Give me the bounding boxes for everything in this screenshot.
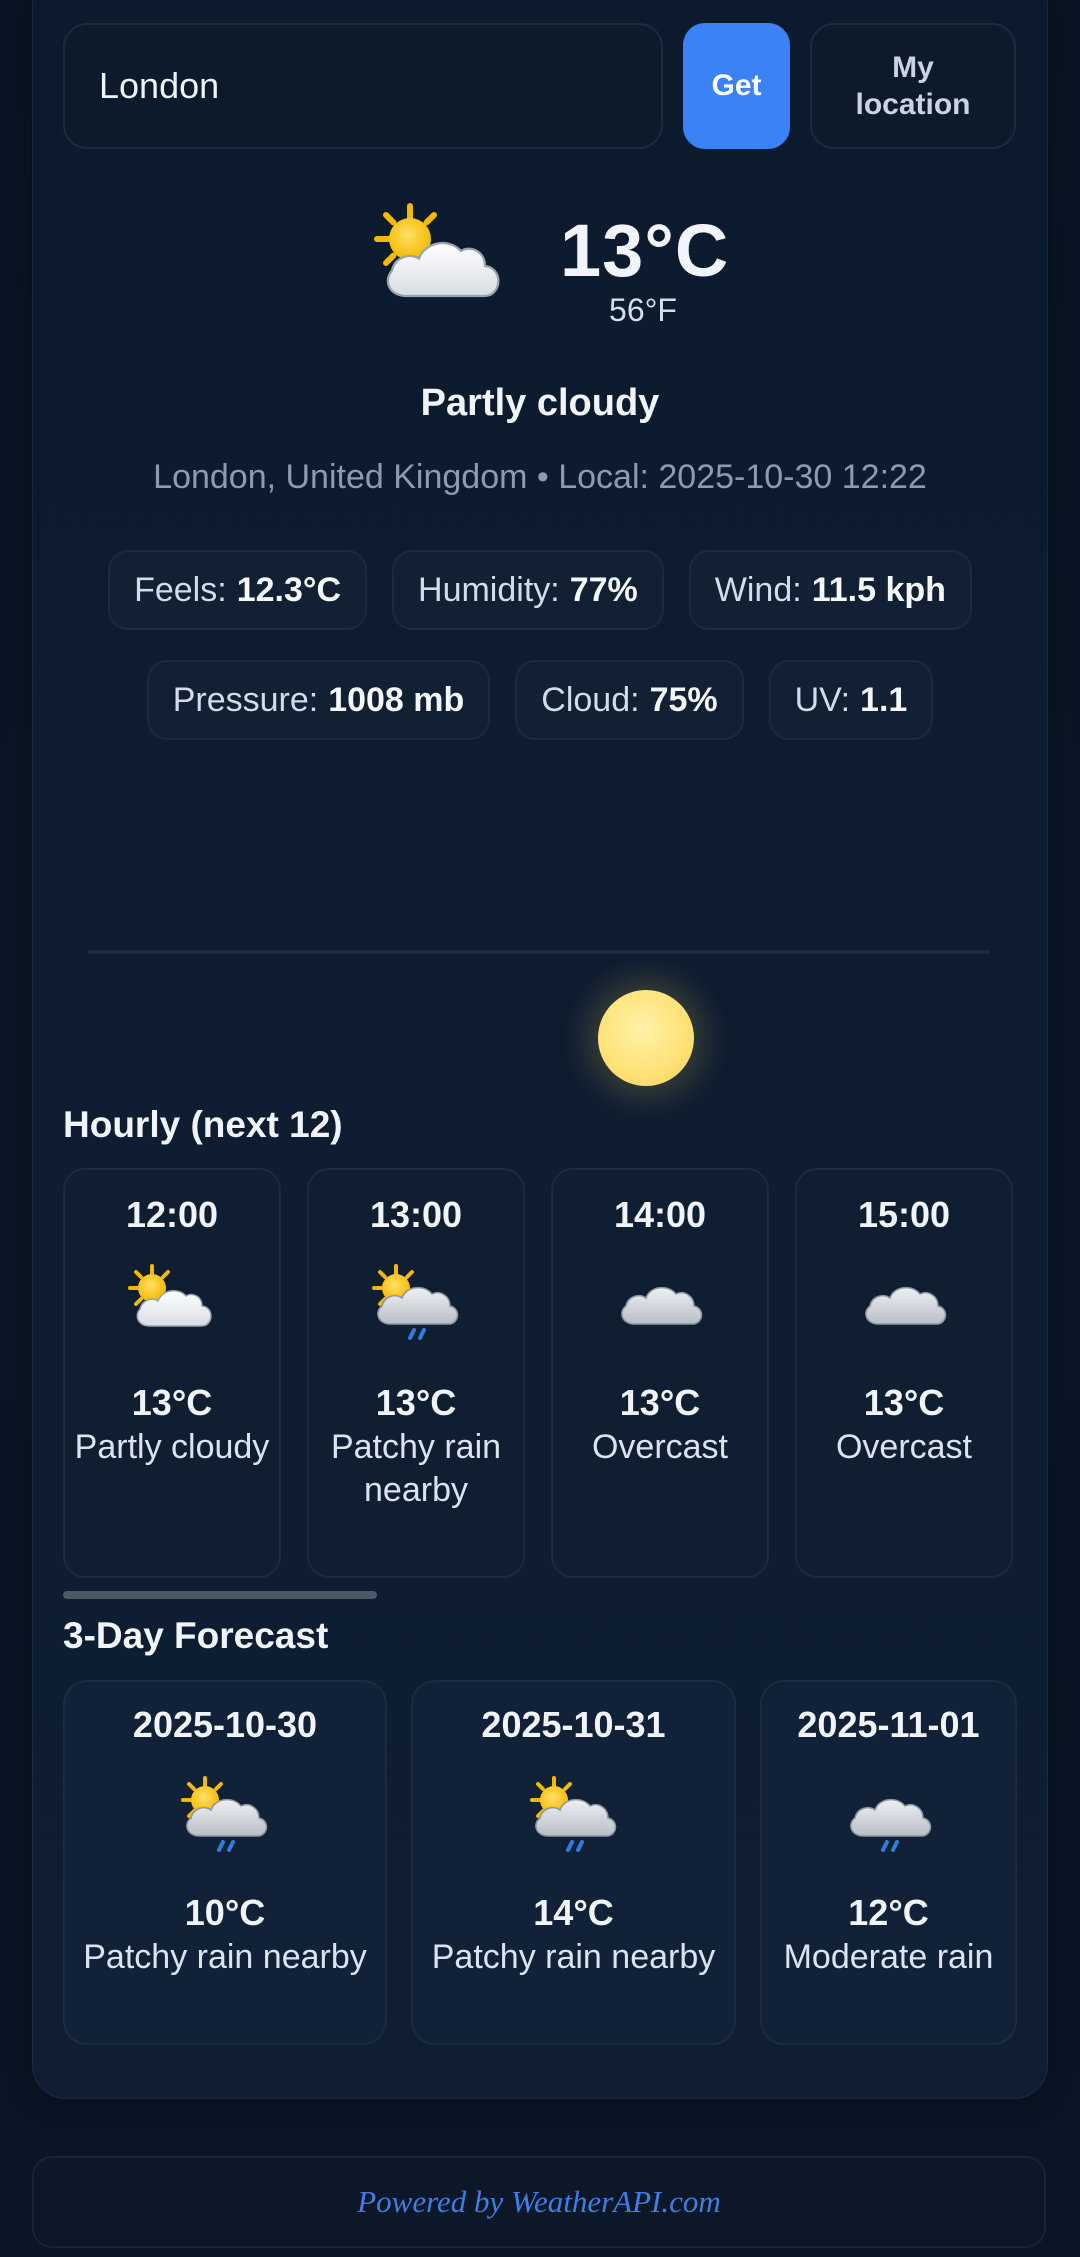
patchy-rain-icon xyxy=(524,1774,624,1854)
divider xyxy=(88,950,990,954)
hour-time: 14:00 xyxy=(613,1194,707,1235)
current-temp-fahrenheit: 56°F xyxy=(609,292,677,328)
forecast-date: 2025-10-30 xyxy=(132,1704,318,1745)
stat-label: Pressure: xyxy=(172,680,319,719)
my-location-label: My location xyxy=(855,51,971,121)
stats-row-2: Pressure: 1008 mb Cloud: 75% UV: 1.1 xyxy=(0,660,1080,740)
overcast-icon xyxy=(854,1262,954,1342)
hour-condition: Patchy rain nearby xyxy=(330,1428,502,1509)
forecast-date: 2025-10-31 xyxy=(481,1704,666,1745)
forecast-day-card: 2025-10-30 10°C Patchy rain nearby xyxy=(63,1680,387,2045)
forecast-day-card: 2025-11-01 12°C Moderate rain xyxy=(760,1680,1017,2045)
location-local-time: London, United Kingdom • Local: 2025-10-… xyxy=(153,458,927,496)
hour-temp: 13°C xyxy=(375,1382,457,1423)
stat-wind: Wind: 11.5 kph xyxy=(688,550,972,630)
stat-label: Feels: xyxy=(134,570,227,609)
stat-value: 11.5 kph xyxy=(811,570,946,609)
stat-label: Humidity: xyxy=(418,570,560,609)
hour-time: 13:00 xyxy=(369,1194,463,1235)
stat-label: UV: xyxy=(794,680,851,719)
forecast-condition: Patchy rain nearby xyxy=(83,1938,367,1976)
hourly-card: 14:00 13°C Overcast xyxy=(551,1168,769,1578)
weatherapi-link[interactable]: Powered by WeatherAPI.com xyxy=(357,2184,721,2220)
stat-value: 77% xyxy=(569,570,638,609)
hourly-card: 15:00 13°C Overcast xyxy=(795,1168,1013,1578)
partly-cloudy-icon xyxy=(122,1262,222,1342)
hour-time: 12:00 xyxy=(125,1194,219,1235)
hourly-title: Hourly (next 12) xyxy=(63,1104,343,1145)
partly-cloudy-icon xyxy=(360,200,520,320)
forecast-day-card: 2025-10-31 14°C Patchy rain nearby xyxy=(411,1680,736,2045)
stat-pressure: Pressure: 1008 mb xyxy=(146,660,491,740)
hour-temp: 13°C xyxy=(863,1382,945,1423)
current-temp-celsius: 13°C xyxy=(560,209,730,292)
sun-decoration-icon xyxy=(598,990,694,1086)
current-condition: Partly cloudy xyxy=(420,382,660,424)
city-search-input[interactable] xyxy=(63,23,663,149)
stats-row-1: Feels: 12.3°C Humidity: 77% Wind: 11.5 kph xyxy=(0,550,1080,630)
hour-condition: Partly cloudy xyxy=(74,1428,270,1466)
stat-feels: Feels: 12.3°C xyxy=(108,550,368,630)
forecast-temp: 10°C xyxy=(184,1892,266,1933)
hourly-scrollbar[interactable] xyxy=(63,1591,377,1599)
stat-label: Wind: xyxy=(714,570,802,609)
hour-temp: 13°C xyxy=(131,1382,213,1423)
stat-label: Cloud: xyxy=(541,680,640,719)
stat-uv: UV: 1.1 xyxy=(768,660,934,740)
my-location-button[interactable]: My location xyxy=(810,23,1016,149)
hourly-card: 12:00 13°C Partly cloudy xyxy=(63,1168,281,1578)
stat-value: 75% xyxy=(649,680,718,719)
forecast-date: 2025-11-01 xyxy=(797,1704,980,1745)
stat-value: 1.1 xyxy=(860,680,908,719)
forecast-condition: Patchy rain nearby xyxy=(431,1938,716,1976)
overcast-icon xyxy=(610,1262,710,1342)
hour-condition: Overcast xyxy=(591,1428,729,1466)
patchy-rain-icon xyxy=(175,1774,275,1854)
stat-value: 1008 mb xyxy=(328,680,465,719)
stat-cloud: Cloud: 75% xyxy=(515,660,744,740)
forecast-condition: Moderate rain xyxy=(783,1938,994,1976)
moderate-rain-icon xyxy=(839,1774,939,1854)
stat-value: 12.3°C xyxy=(236,570,342,609)
forecast-title: 3-Day Forecast xyxy=(63,1615,329,1656)
forecast-temp: 12°C xyxy=(848,1892,929,1933)
hourly-card: 13:00 13°C Patchy rain nearby xyxy=(307,1168,525,1578)
hour-temp: 13°C xyxy=(619,1382,701,1423)
get-button[interactable]: Get xyxy=(683,23,790,149)
hour-condition: Overcast xyxy=(835,1428,973,1466)
hour-time: 15:00 xyxy=(857,1194,951,1235)
forecast-temp: 14°C xyxy=(533,1892,614,1933)
stat-humidity: Humidity: 77% xyxy=(392,550,664,630)
patchy-rain-icon xyxy=(366,1262,466,1342)
footer: Powered by WeatherAPI.com xyxy=(32,2156,1046,2248)
